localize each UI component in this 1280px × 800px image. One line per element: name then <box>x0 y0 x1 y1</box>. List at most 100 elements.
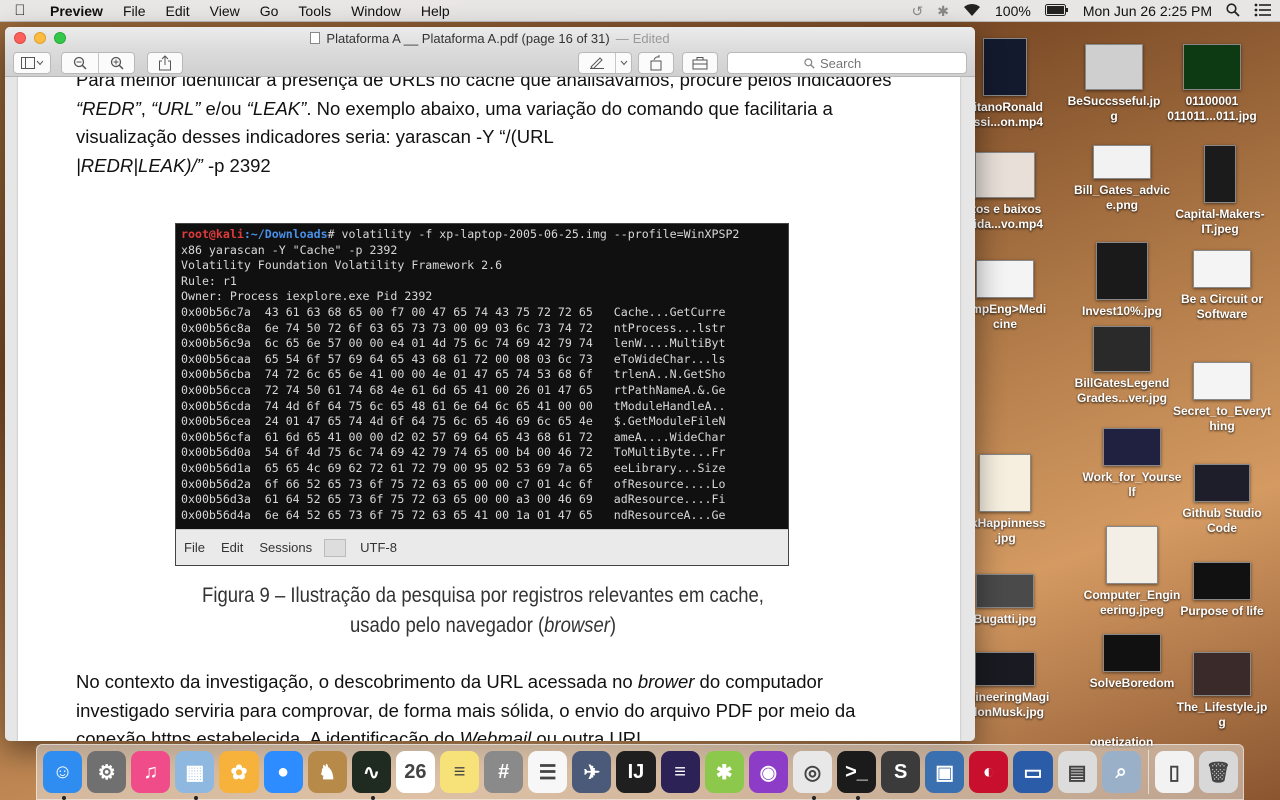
zoom-in-button[interactable] <box>98 53 134 73</box>
preview-image-icon[interactable]: ⌕ <box>1101 751 1141 793</box>
paragraph-2-line-2: investigado serviria para comprovar, de … <box>76 699 856 721</box>
pdf-document-icon[interactable] <box>310 32 321 44</box>
terminal-output: root@kali:~/Downloads# volatility -f xp-… <box>181 227 785 530</box>
desktop-file[interactable]: Secret_to_Everyt hing <box>1172 362 1272 434</box>
battery-percent[interactable]: 100% <box>995 3 1031 19</box>
preview-icon[interactable]: ▦ <box>175 751 215 800</box>
window-titlebar[interactable]: Plataforma A __ Plataforma A.pdf (page 1… <box>5 27 975 49</box>
screen-record-icon[interactable]: ▤ <box>1057 751 1097 793</box>
edited-indicator[interactable]: Edited <box>633 31 670 46</box>
intellij-icon[interactable]: IJ <box>616 751 656 793</box>
zoom-out-button[interactable] <box>62 53 98 73</box>
chrome-icon[interactable]: ◎ <box>792 751 832 800</box>
menu-tools[interactable]: Tools <box>288 3 341 19</box>
document-stack-icon[interactable]: ▯ <box>1154 751 1194 793</box>
close-button[interactable] <box>14 32 26 44</box>
desktop-file[interactable]: BillGatesLegend Grades...ver.jpg <box>1072 326 1172 406</box>
desktop-file[interactable]: The_Lifestyle.jp g <box>1172 652 1272 730</box>
search-field[interactable] <box>727 52 967 74</box>
photos-icon[interactable]: ✿ <box>219 751 259 793</box>
menu-file[interactable]: File <box>113 3 156 19</box>
running-indicator <box>811 796 816 800</box>
calendar-icon[interactable]: 26 <box>395 751 435 793</box>
terminal-line: 0x00b56cca 72 74 50 61 74 68 4e 61 6d 65… <box>181 382 726 397</box>
file-thumbnail-icon <box>1093 326 1151 372</box>
sidebar-toggle-button[interactable] <box>13 52 51 74</box>
window-controls <box>14 32 66 44</box>
itunes-icon[interactable]: ♫ <box>131 751 171 793</box>
trash-icon[interactable]: 🗑 <box>1198 751 1238 793</box>
desktop-file[interactable]: Purpose of life <box>1172 562 1272 619</box>
menu-window[interactable]: Window <box>341 3 411 19</box>
p2l1-b: do computador <box>694 671 823 692</box>
time-machine-icon[interactable]: ↺ <box>912 3 924 20</box>
dock-glyph: ▣ <box>935 761 955 784</box>
desktop-file[interactable]: 01100001 011011...011.jpg <box>1162 44 1262 124</box>
terminal-line: 0x00b56d2a 6f 66 52 65 73 6f 75 72 63 65… <box>181 476 726 491</box>
desktop-file[interactable]: Bill_Gates_advic e.png <box>1072 145 1172 213</box>
system-preferences-icon[interactable]: ⚙ <box>87 751 127 793</box>
markup-dropdown-button[interactable] <box>615 53 631 73</box>
clock[interactable]: Mon Jun 26 2:25 PM <box>1083 3 1212 19</box>
share-button[interactable] <box>147 52 183 74</box>
menu-view[interactable]: View <box>200 3 250 19</box>
rotate-button[interactable] <box>638 52 674 74</box>
notification-center-icon[interactable] <box>1254 3 1272 20</box>
zoom-icon[interactable]: ● <box>263 751 303 793</box>
reminders-icon[interactable]: ☰ <box>528 751 568 793</box>
toolbox-button[interactable] <box>682 52 718 74</box>
terminal-icon[interactable]: >_ <box>836 751 877 800</box>
desktop-file[interactable]: Capital-Makers- IT.jpeg <box>1170 145 1270 237</box>
cro-icon[interactable]: ◐ <box>969 751 1009 793</box>
chevron-down-icon <box>620 60 627 66</box>
apple-menu-icon[interactable]:  <box>0 2 40 19</box>
eclipse-icon[interactable]: ≡ <box>660 751 700 793</box>
menu-go[interactable]: Go <box>250 3 289 19</box>
caption-browser: browser <box>544 614 610 637</box>
spotlight-icon[interactable] <box>1226 2 1240 20</box>
menu-help[interactable]: Help <box>411 3 460 19</box>
desktop-file-label: SolveBoredom <box>1089 676 1175 690</box>
wifi-icon[interactable] <box>963 3 981 20</box>
sublime-text-icon[interactable]: S <box>881 751 921 793</box>
notes-icon[interactable]: ≡ <box>439 751 480 793</box>
paragraph-2-line-1: No contexto da investigação, o descobrim… <box>76 668 906 697</box>
desktop-file[interactable]: Github Studio Code <box>1172 464 1272 536</box>
dock-glyph: ▯ <box>1168 761 1180 784</box>
battery-icon[interactable] <box>1044 3 1069 19</box>
desktop-file[interactable]: Invest10%.jpg <box>1072 242 1172 319</box>
calculator-icon[interactable]: # <box>484 751 524 793</box>
activity-monitor-icon[interactable]: ∿ <box>351 751 391 800</box>
minimize-button[interactable] <box>34 32 46 44</box>
dock-glyph: ✱ <box>715 761 733 784</box>
desktop-file[interactable]: Work_for_Yourse lf <box>1082 428 1182 500</box>
desktop-file[interactable]: BeSuccsseful.jp g <box>1064 44 1164 124</box>
terminal-line: 0x00b56cda 74 4d 6f 64 75 6c 65 48 61 6e… <box>181 398 726 413</box>
file-thumbnail-icon <box>975 152 1035 198</box>
podcasts-icon[interactable]: ◉ <box>748 751 788 793</box>
terminal-figure: root@kali:~/Downloads# volatility -f xp-… <box>175 223 789 566</box>
desktop-file-label: Capital-Makers- IT.jpeg <box>1175 207 1265 236</box>
desktop-file[interactable]: SolveBoredom <box>1082 634 1182 691</box>
monitor-icon[interactable]: ▭ <box>1013 751 1053 793</box>
dock-glyph: ◎ <box>803 761 822 784</box>
chess-icon[interactable]: ♞ <box>307 751 347 793</box>
menu-app-name[interactable]: Preview <box>40 3 113 19</box>
desktop-file[interactable]: Computer_Engin eering.jpeg <box>1082 526 1182 618</box>
finder-icon[interactable]: ☺ <box>43 751 83 800</box>
redr-indicator: “REDR” <box>76 97 141 119</box>
text-comma: , <box>140 97 152 119</box>
desktop-file-label: Work_for_Yourse lf <box>1082 470 1182 499</box>
bluetooth-icon[interactable]: ✱ <box>937 3 949 20</box>
launchpad-icon[interactable]: ✈ <box>572 751 612 793</box>
virtualbox-icon[interactable]: ▣ <box>925 751 965 793</box>
android-studio-icon[interactable]: ✱ <box>704 751 744 793</box>
prompt-user: root@kali <box>181 227 244 241</box>
search-input[interactable] <box>820 55 890 71</box>
document-viewport[interactable]: Para melhor identificar a presença de UR… <box>5 77 975 741</box>
desktop-file[interactable]: Be a Circuit or Software <box>1172 250 1272 322</box>
markup-pen-button[interactable] <box>579 53 615 73</box>
zoom-button[interactable] <box>54 32 66 44</box>
menu-edit[interactable]: Edit <box>156 3 200 19</box>
terminal-encoding: UTF-8 <box>360 540 397 555</box>
